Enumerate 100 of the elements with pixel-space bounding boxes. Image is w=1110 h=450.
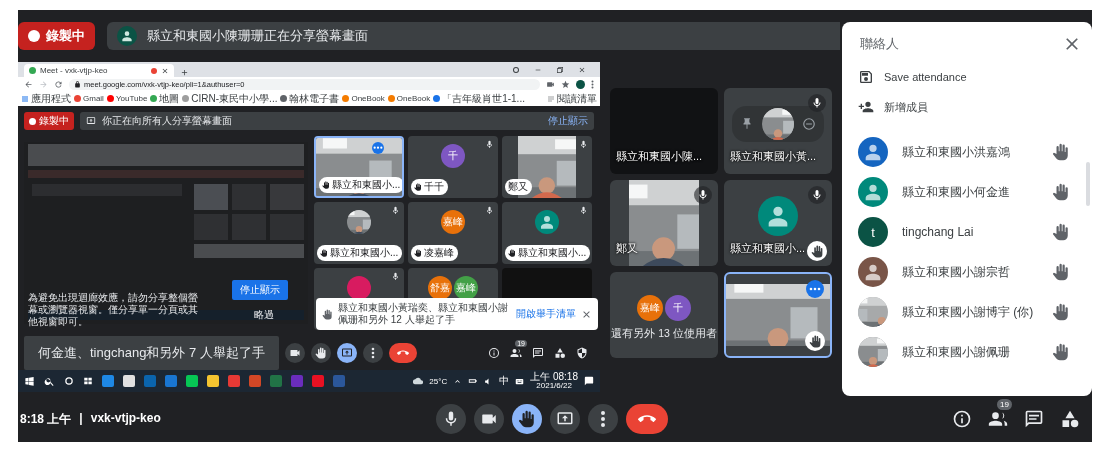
people-button[interactable] (510, 347, 522, 359)
avatar: 千 (665, 295, 691, 321)
hand-icon (518, 410, 536, 428)
people-button[interactable] (988, 409, 1008, 429)
present-icon (340, 347, 353, 359)
more-icon (373, 146, 383, 150)
participant-name: 縣立和東國小... (730, 241, 806, 256)
more-button[interactable] (588, 404, 618, 434)
notification-text: 縣立和東國小黃瑞奕、縣立和東國小謝佩珊和另外 12 人舉起了手 (338, 302, 509, 326)
browser-tab[interactable]: Meet - vxk-vtjp-keo (24, 64, 174, 77)
hand-icon (810, 244, 824, 258)
participant-name: 縣立和東國小謝佩珊 (902, 343, 1011, 361)
participant-name: 縣立和東國小何金進 (902, 183, 1011, 201)
apps-icon (21, 94, 29, 103)
app-icon[interactable] (312, 375, 324, 387)
chat-button[interactable] (1024, 409, 1044, 429)
info-button[interactable] (952, 409, 972, 429)
hand-icon (320, 249, 328, 257)
participant-name: tingchang Lai (902, 225, 975, 239)
camera-button[interactable] (284, 343, 305, 363)
info-icon (952, 409, 972, 429)
avatar-icon (576, 79, 585, 89)
add-person-icon (858, 99, 874, 115)
safety-button[interactable] (576, 347, 588, 359)
hand-icon (808, 334, 822, 348)
open-hand-list-link[interactable]: 開啟舉手清單 (516, 308, 576, 320)
reload-icon (54, 79, 63, 89)
save-icon (858, 69, 874, 85)
more-button[interactable] (362, 343, 383, 363)
clock-text: 8:18 上午 (20, 410, 72, 428)
camera-button[interactable] (474, 404, 504, 434)
hand-icon (1052, 183, 1070, 201)
chat-icon (1024, 409, 1044, 429)
app-icon[interactable] (102, 375, 114, 387)
bookmark-icon (433, 95, 441, 102)
bookmark[interactable]: OneBook (387, 94, 431, 103)
chat-button[interactable] (532, 347, 544, 359)
app-icon[interactable] (207, 375, 219, 387)
input-method-text[interactable]: 中 (499, 374, 510, 388)
record-icon (28, 30, 40, 42)
recording-text: 錄製中 (46, 27, 85, 45)
bookmark[interactable]: Gmail (74, 94, 104, 103)
mic-button[interactable] (436, 404, 466, 434)
app-icon[interactable] (186, 375, 198, 387)
mic-off-icon (811, 97, 823, 109)
present-button[interactable] (550, 404, 580, 434)
stop-presenting-link[interactable]: 停止顯示 (548, 114, 588, 128)
more-options-button[interactable] (806, 280, 824, 298)
participant-name: 千千 (424, 180, 444, 194)
hand-icon (1052, 303, 1070, 321)
raise-hand-button[interactable] (310, 343, 331, 363)
participant-name: 縣立和東國小陳... (616, 149, 703, 164)
leave-call-button[interactable] (388, 343, 417, 363)
meeting-code: vxk-vtjp-keo (90, 410, 161, 427)
profile-icon (512, 65, 520, 74)
hand-icon (414, 183, 422, 191)
windows-icon (24, 375, 35, 387)
dismiss-link[interactable]: 略過 (254, 308, 274, 322)
star-icon (561, 79, 570, 89)
camera-icon (288, 347, 301, 359)
leave-call-button[interactable] (626, 404, 668, 434)
hand-icon (1052, 223, 1070, 241)
scrollbar[interactable] (1086, 162, 1090, 206)
plus-icon (180, 68, 189, 77)
add-people-button[interactable]: 新增成員 (842, 92, 1092, 122)
bookmark[interactable]: YouTube (106, 94, 148, 103)
bookmark[interactable]: 翰林電子書 (280, 91, 340, 106)
app-icon[interactable] (123, 375, 135, 387)
info-button[interactable] (488, 347, 500, 359)
recording-text: 錄製中 (39, 114, 69, 128)
bookmark[interactable]: 應用程式 (21, 91, 71, 106)
mic-off-icon (391, 272, 400, 281)
bookmark[interactable]: OneBook (342, 94, 385, 103)
bookmark[interactable]: 地圖 (150, 91, 180, 106)
avatar: 舒嘉 (428, 276, 452, 300)
mic-off-icon (485, 140, 494, 149)
shapes-icon (1060, 409, 1080, 429)
hand-icon (508, 249, 516, 257)
camera-icon (546, 79, 555, 89)
raise-hand-button[interactable] (512, 404, 542, 434)
reading-list-button[interactable]: 閱讀清單 (547, 91, 597, 106)
bookmark[interactable]: 「吉年級肖世1-1... (433, 91, 525, 106)
hand-icon (414, 249, 422, 257)
clock-text: 上午 08:18 (530, 372, 578, 382)
cloud-icon (413, 376, 424, 386)
stop-presenting-button[interactable]: 停止顯示 (232, 280, 288, 300)
more-icon (370, 347, 375, 359)
bookmark[interactable]: CIRN-東民中小學... (182, 91, 278, 106)
participant-name: 縣立和東國小洪嘉鴻 (902, 143, 1011, 161)
weather-text: 25°C (429, 376, 448, 386)
search-icon (44, 375, 55, 387)
activities-button[interactable] (1060, 409, 1080, 429)
participant-name: 縣立和東國小... (330, 246, 399, 260)
app-icon[interactable] (249, 375, 261, 387)
present-button[interactable] (336, 343, 357, 363)
activities-button[interactable] (554, 347, 566, 359)
record-icon (29, 117, 36, 125)
app-icon[interactable] (228, 375, 240, 387)
participant-name: 縣立和東國小謝宗哲 (902, 263, 1011, 281)
save-attendance-button[interactable]: Save attendance (842, 62, 1092, 92)
